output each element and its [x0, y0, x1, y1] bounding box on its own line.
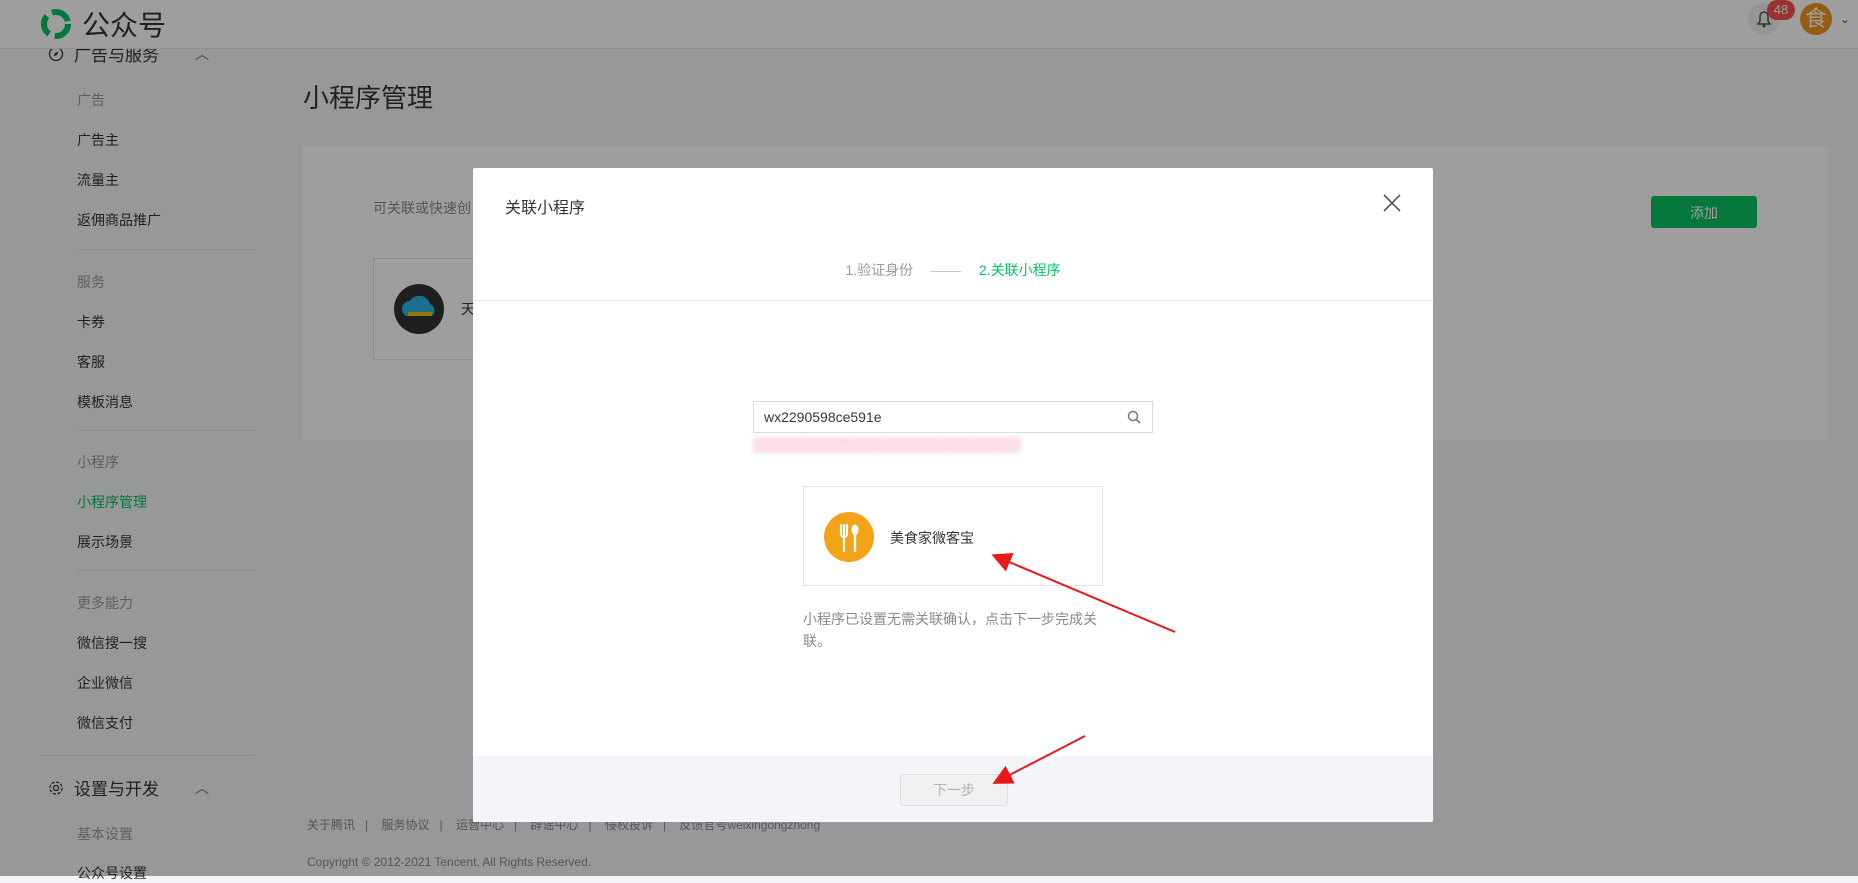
dialog-title: 关联小程序	[505, 200, 586, 217]
link-mini-program-dialog: 关联小程序 1.验证身份 2.关联小程序 ▒▒▒▒▒▒▒▒▒▒▒▒▒▒▒▒▒▒▒…	[473, 168, 1433, 822]
step-verify-identity: 1.验证身份	[845, 262, 914, 278]
hint-text: 小程序已设置无需关联确认，点击下一步完成关联。	[803, 611, 1097, 649]
step-link-mini-program: 2.关联小程序	[978, 262, 1061, 278]
dialog-divider	[473, 300, 1433, 301]
fork-spoon-icon	[824, 512, 874, 562]
result-mini-program-name: 美食家微客宝	[890, 530, 974, 546]
search-result-card[interactable]: 美食家微客宝	[803, 486, 1103, 586]
step-indicator: 1.验证身份 2.关联小程序	[473, 260, 1433, 280]
blurred-redacted-text: ▒▒▒▒▒▒▒▒▒▒▒▒▒▒▒▒▒▒▒▒▒▒▒▒▒▒▒	[753, 436, 1021, 452]
appid-search-input[interactable]	[754, 402, 1124, 432]
search-box	[753, 401, 1153, 433]
step-connector	[931, 270, 961, 272]
next-step-button[interactable]: 下一步	[900, 774, 1008, 806]
search-icon[interactable]	[1126, 409, 1142, 425]
dialog-footer: 下一步	[473, 756, 1433, 822]
close-icon[interactable]	[1379, 190, 1405, 216]
